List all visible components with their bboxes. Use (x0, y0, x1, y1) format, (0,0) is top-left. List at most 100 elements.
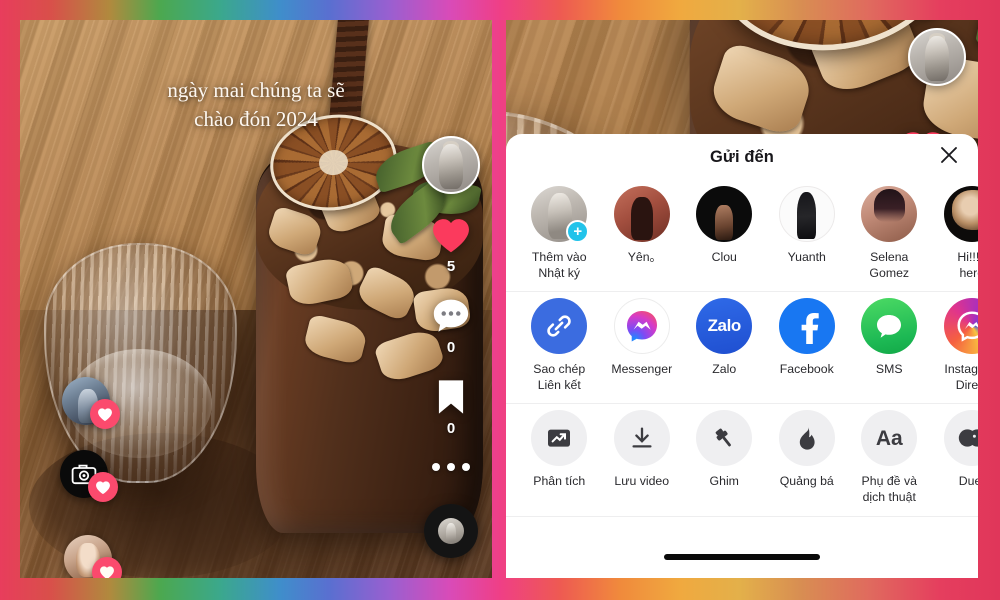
action-rail: 5 0 0 (420, 136, 482, 471)
share-action-label: Phân tích (533, 474, 586, 489)
share-row-apps: Sao chép Liên kết Messenger Zalo Zalo Fa… (506, 292, 978, 405)
action-rail (906, 28, 968, 86)
reaction-bubble-camera[interactable] (60, 450, 118, 502)
link-icon (531, 298, 588, 355)
share-action-label: Duet (958, 474, 978, 489)
plus-icon: + (566, 220, 590, 243)
avatar-art (778, 186, 835, 242)
avatar-art (925, 36, 949, 81)
share-target-yen[interactable]: Yên｡ (601, 186, 684, 281)
duet-icon (943, 410, 978, 467)
creator-avatar[interactable] (422, 136, 480, 194)
share-action-captions-translation[interactable]: Aa Phụ đề và dịch thuật (848, 410, 931, 505)
share-action-promote[interactable]: Quảng bá (766, 410, 849, 505)
facebook-icon (778, 298, 835, 355)
avatar (613, 186, 670, 242)
avatar-art (943, 186, 978, 242)
download-icon (613, 410, 670, 467)
comment-button[interactable]: 0 (431, 297, 471, 356)
share-action-label: Zalo (712, 362, 737, 377)
avatar (696, 186, 753, 242)
share-target-yuanth[interactable]: Yuanth (766, 186, 849, 281)
share-sheet-header: Gửi đến (506, 134, 978, 180)
more-dots-icon[interactable] (432, 463, 470, 471)
share-action-label: Quảng bá (779, 474, 834, 489)
share-target-label: Hi!!! I (957, 250, 978, 264)
share-target-label: Thêm vào (531, 250, 587, 264)
share-target-label-2: Nhật ký (538, 265, 581, 280)
share-action-save-video[interactable]: Lưu video (601, 410, 684, 505)
avatar (943, 186, 978, 242)
creator-avatar[interactable] (908, 28, 966, 86)
share-action-label-2: Direct (955, 377, 978, 392)
flame-icon (778, 410, 835, 467)
avatar (778, 186, 835, 242)
share-action-label-2: dịch thuật (862, 490, 916, 505)
home-indicator[interactable] (664, 554, 820, 560)
comment-icon (431, 297, 471, 335)
share-target-hi-i-here[interactable]: Hi!!! I here (931, 186, 978, 281)
comment-count: 0 (446, 339, 456, 356)
share-target-label: Yên｡ (627, 250, 656, 264)
share-target-selena-gomez[interactable]: Selena Gomez (848, 186, 931, 281)
music-disc-icon[interactable] (424, 504, 478, 558)
avatar (861, 186, 918, 242)
share-action-label: Lưu video (614, 474, 670, 489)
share-action-label: Phụ đề và (861, 474, 917, 489)
like-count: 5 (446, 258, 456, 275)
close-button[interactable] (936, 144, 962, 170)
video-panel-right[interactable]: Gửi đến + Thêm vào Nhật ký Yên｡ Clou Yua… (506, 20, 978, 578)
avatar-art (696, 186, 753, 242)
avatar: + (531, 186, 590, 243)
share-action-label: Messenger (611, 362, 673, 377)
share-target-clou[interactable]: Clou (683, 186, 766, 281)
bookmark-icon (434, 378, 468, 416)
heart-icon (430, 216, 472, 254)
avatar-art (861, 186, 918, 242)
share-target-label: Yuanth (787, 250, 826, 264)
share-action-facebook[interactable]: Facebook (766, 298, 849, 393)
share-action-sms[interactable]: SMS (848, 298, 931, 393)
instagram-direct-icon (943, 298, 978, 355)
share-action-label: SMS (875, 362, 903, 377)
share-row-contacts: + Thêm vào Nhật ký Yên｡ Clou Yuanth Sele… (506, 180, 978, 293)
video-panel-left[interactable]: ngày mai chúng ta sẽ chào đón 2024 5 0 0 (20, 20, 492, 578)
sms-bubble-icon (861, 298, 918, 355)
share-action-label: Ghim (709, 474, 739, 489)
share-sheet: Gửi đến + Thêm vào Nhật ký Yên｡ Clou Yua… (506, 134, 978, 578)
messenger-icon (613, 298, 670, 355)
share-target-label: Clou (711, 250, 737, 264)
share-action-zalo[interactable]: Zalo Zalo (683, 298, 766, 393)
share-target-label: Selena (870, 250, 909, 264)
share-target-label-2: Gomez (869, 265, 910, 280)
reaction-bubble-viewer-2[interactable] (64, 535, 122, 578)
avatar-art (613, 186, 670, 242)
bookmark-button[interactable]: 0 (434, 378, 468, 437)
share-action-pin[interactable]: Ghim (683, 410, 766, 505)
analytics-icon (531, 410, 588, 467)
share-action-label: Sao chép (533, 362, 586, 377)
like-button[interactable]: 5 (430, 216, 472, 275)
share-action-instagram-direct[interactable]: Instagram Direct (931, 298, 978, 393)
album-art (438, 518, 464, 544)
share-action-label: Instagram (944, 362, 978, 377)
pin-icon (696, 410, 753, 467)
share-action-messenger[interactable]: Messenger (601, 298, 684, 393)
reaction-bubble-viewer-1[interactable] (62, 377, 120, 429)
heart-icon (88, 472, 118, 502)
share-target-add-to-story[interactable]: + Thêm vào Nhật ký (518, 186, 601, 281)
text-aa-icon: Aa (861, 410, 918, 467)
close-icon (939, 145, 959, 170)
heart-icon (90, 399, 120, 429)
share-sheet-title: Gửi đến (710, 147, 774, 166)
share-action-label: Facebook (779, 362, 834, 377)
zalo-wordmark: Zalo (696, 298, 753, 355)
screenshot-stage: ngày mai chúng ta sẽ chào đón 2024 5 0 0… (0, 0, 1000, 600)
bookmark-count: 0 (446, 420, 456, 437)
share-action-duet[interactable]: Duet (931, 410, 978, 505)
share-target-label-2: here (959, 265, 978, 280)
share-action-analytics[interactable]: Phân tích (518, 410, 601, 505)
avatar-art (439, 144, 463, 189)
share-row-tools: Phân tích Lưu video Ghim Quảng bá Aa Phụ… (506, 404, 978, 517)
share-action-copy-link[interactable]: Sao chép Liên kết (518, 298, 601, 393)
